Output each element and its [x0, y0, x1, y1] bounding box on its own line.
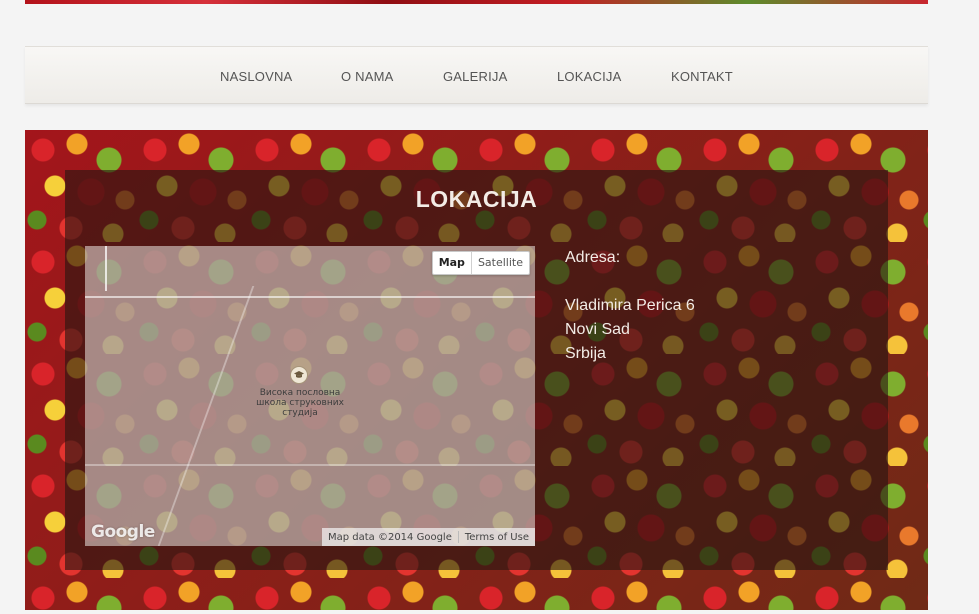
map-road — [105, 246, 107, 291]
nav-item-kontakt[interactable]: KONTAKT — [671, 69, 733, 84]
address-street: Vladimira Perica 6 — [565, 297, 695, 314]
location-panel: LOKACIJA Map Satellite Висока пословна ш… — [65, 170, 888, 570]
page-title: LOKACIJA — [415, 186, 538, 212]
nav-item-lokacija[interactable]: LOKACIJA — [557, 69, 621, 84]
satellite-view-button[interactable]: Satellite — [472, 252, 529, 274]
nav-item-galerija[interactable]: GALERIJA — [443, 69, 507, 84]
map-type-control: Map Satellite — [431, 251, 530, 275]
terms-of-use-link[interactable]: Terms of Use — [459, 532, 535, 543]
school-marker-icon[interactable] — [290, 366, 308, 384]
graduation-cap-icon — [294, 371, 304, 378]
nav-item-o-nama[interactable]: O NAMA — [341, 69, 393, 84]
google-logo[interactable]: Google — [91, 522, 155, 542]
address-city: Novi Sad — [565, 321, 630, 338]
address-block: Adresa: Vladimira Perica 6 Novi Sad Srbi… — [565, 246, 695, 366]
map-attribution-bar: Map data ©2014 Google Terms of Use — [321, 528, 535, 546]
map-poi-label[interactable]: Висока пословна школа струковних студија — [245, 388, 355, 418]
map-data-credit: Map data ©2014 Google — [327, 531, 452, 543]
map-view-button[interactable]: Map — [433, 252, 472, 274]
content-background: LOKACIJA Map Satellite Висока пословна ш… — [25, 130, 928, 610]
nav-item-naslovna[interactable]: NASLOVNA — [220, 69, 292, 84]
main-navigation: NASLOVNA O NAMA GALERIJA LOKACIJA KONTAK… — [25, 46, 928, 104]
header-image-strip — [25, 0, 928, 4]
address-heading: Adresa: — [565, 249, 621, 266]
google-map[interactable]: Map Satellite Висока пословна школа стру… — [85, 246, 535, 546]
address-country: Srbija — [565, 345, 606, 362]
